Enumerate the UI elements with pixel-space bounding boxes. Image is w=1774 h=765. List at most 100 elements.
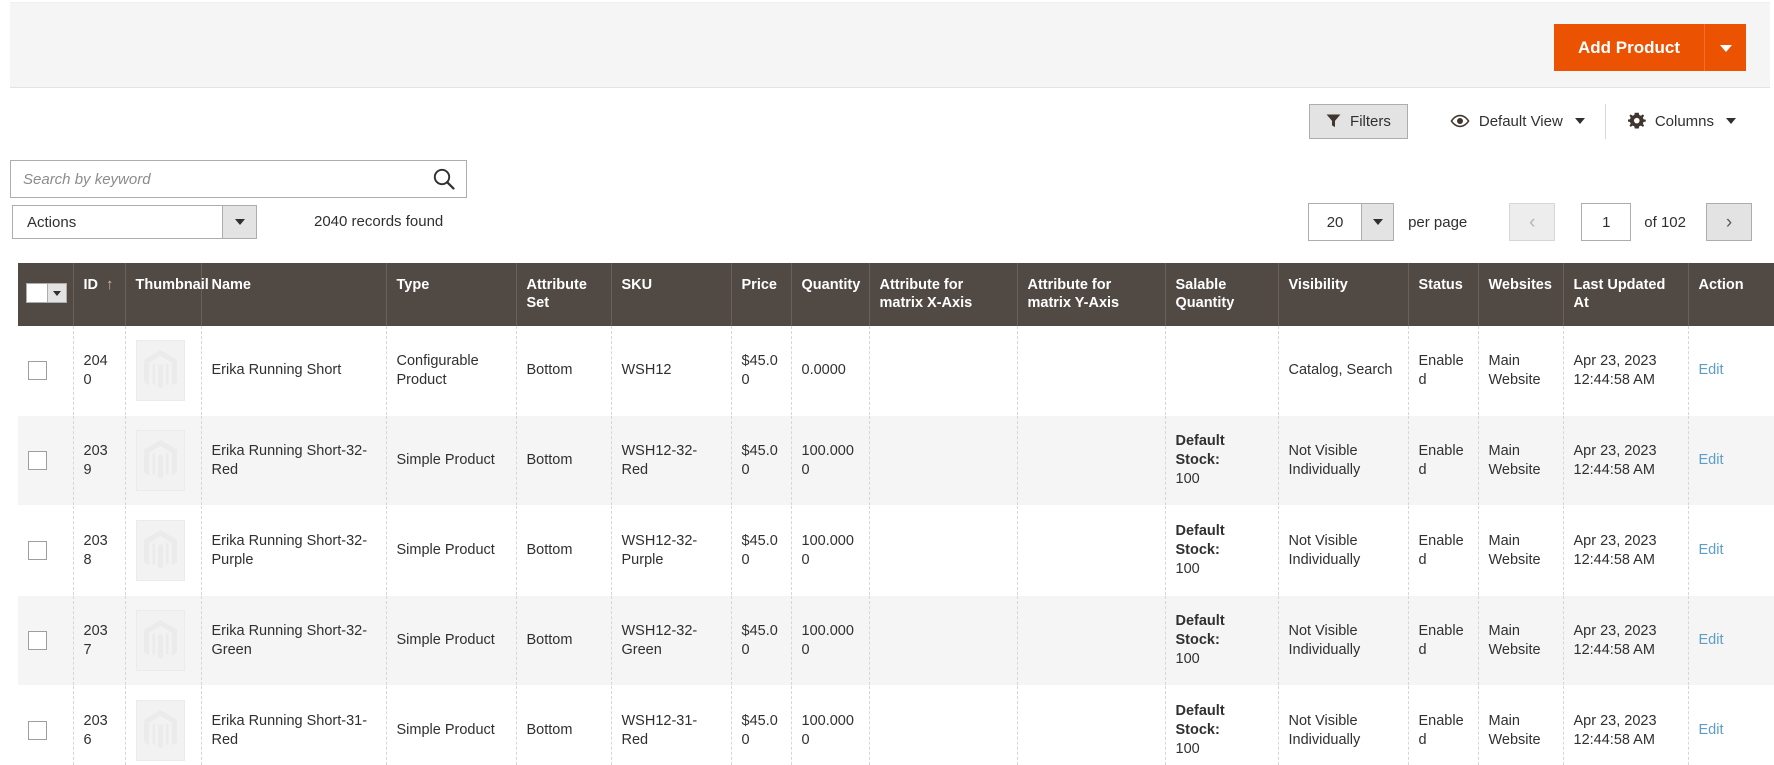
search-input[interactable]: [11, 161, 422, 197]
filters-button[interactable]: Filters: [1309, 103, 1408, 139]
column-header-websites[interactable]: Websites: [1478, 263, 1564, 327]
cell-action: Edit: [1688, 415, 1774, 507]
last-updated-time: 12:44:58 AM: [1573, 641, 1655, 658]
cell-name: Erika Running Short-31-Red: [201, 685, 387, 765]
select-all-checkbox[interactable]: [27, 283, 47, 302]
last-updated-date: Apr 23, 2023: [1573, 622, 1657, 639]
cell-salable-quantity: Default Stock: 100: [1165, 595, 1279, 687]
edit-link[interactable]: Edit: [1699, 362, 1724, 378]
cell-price: $45.00: [731, 595, 792, 687]
cell-salable-quantity: Default Stock: 100: [1165, 505, 1279, 597]
cell-websites: Main Website: [1478, 415, 1564, 507]
column-header-thumbnail[interactable]: Thumbnail: [125, 263, 209, 327]
cell-matrix-y: [1017, 685, 1166, 765]
table-row: 2039 Erika Running Short-32-Red Simple Pro…: [18, 415, 1774, 507]
per-page-label: per page: [1408, 213, 1468, 231]
column-header-salable-quantity[interactable]: Salable Quantity: [1165, 263, 1279, 327]
cell-quantity: 0.0000: [791, 326, 870, 417]
salable-stock-label: Default Stock:: [1175, 703, 1225, 739]
cell-visibility: Not Visible Individually: [1278, 505, 1409, 597]
total-pages-label: of 102: [1644, 213, 1686, 231]
table-row: 2037 Erika Running Short-32-Green Simple P…: [18, 595, 1774, 687]
column-header-id[interactable]: ID ↑: [73, 263, 126, 327]
column-header-matrix-x[interactable]: Attribute for matrix X-Axis: [869, 263, 1018, 327]
cell-attribute-set: Bottom: [516, 326, 612, 417]
cell-matrix-x: [869, 505, 1018, 597]
salable-quantity-empty: [1176, 370, 1268, 371]
cell-id: 2038: [73, 505, 126, 597]
select-all-header-cell: [18, 263, 74, 327]
page-actions-bar: Add Product: [10, 2, 1770, 88]
cell-last-updated: Apr 23, 2023 12:44:58 AM: [1563, 415, 1689, 507]
last-updated-time: 12:44:58 AM: [1573, 731, 1655, 748]
cell-sku: WSH12-32-Purple: [611, 505, 732, 597]
columns-selector[interactable]: Columns: [1604, 103, 1752, 139]
salable-stock-value: 100: [1175, 651, 1200, 668]
previous-page-button[interactable]: ‹: [1509, 203, 1556, 241]
last-updated-date: Apr 23, 2023: [1573, 532, 1657, 549]
column-header-name[interactable]: Name: [201, 263, 387, 327]
search-submit-button[interactable]: [422, 161, 466, 197]
column-header-visibility[interactable]: Visibility: [1278, 263, 1409, 327]
edit-link[interactable]: Edit: [1699, 452, 1724, 468]
column-header-quantity[interactable]: Quantity: [791, 263, 870, 327]
default-view-selector[interactable]: Default View: [1434, 104, 1601, 139]
page-number-input[interactable]: [1581, 203, 1632, 241]
column-header-matrix-y[interactable]: Attribute for matrix Y-Axis: [1017, 263, 1166, 327]
row-select-cell: [18, 505, 74, 597]
eye-icon: [1450, 114, 1470, 128]
grid-controls-bar: Filters Default View Columns: [0, 100, 1774, 142]
cell-action: Edit: [1688, 685, 1774, 765]
edit-link[interactable]: Edit: [1699, 632, 1724, 648]
row-checkbox[interactable]: [28, 361, 47, 381]
edit-link[interactable]: Edit: [1699, 722, 1724, 738]
cell-status: Enabled: [1408, 326, 1479, 417]
cell-status: Enabled: [1408, 415, 1479, 507]
cell-websites: Main Website: [1478, 685, 1564, 765]
row-checkbox[interactable]: [28, 541, 47, 561]
row-checkbox[interactable]: [28, 631, 47, 651]
cell-quantity: 100.0000: [791, 685, 870, 765]
cell-thumbnail: [125, 595, 202, 687]
grid-pager: 20 per page ‹ of 102 ›: [1308, 203, 1752, 241]
column-header-status[interactable]: Status: [1408, 263, 1479, 327]
records-found-text: 2040 records found: [314, 213, 444, 230]
last-updated-time: 12:44:58 AM: [1573, 371, 1655, 388]
cell-quantity: 100.0000: [791, 595, 870, 687]
cell-thumbnail: [125, 685, 202, 765]
cell-sku: WSH12-32-Red: [611, 415, 732, 507]
column-header-id-label: ID: [83, 277, 99, 293]
add-product-button[interactable]: Add Product: [1554, 24, 1704, 71]
cell-visibility: Catalog, Search: [1278, 326, 1409, 417]
grid-controls-group: Filters Default View Columns: [1309, 100, 1752, 142]
cell-last-updated: Apr 23, 2023 12:44:58 AM: [1563, 326, 1689, 417]
edit-link[interactable]: Edit: [1699, 542, 1724, 558]
cell-price: $45.00: [731, 326, 792, 417]
last-updated-time: 12:44:58 AM: [1573, 461, 1655, 478]
add-product-dropdown-toggle[interactable]: [1704, 24, 1746, 71]
cell-sku: WSH12-32-Green: [611, 595, 732, 687]
cell-salable-quantity: Default Stock: 100: [1165, 685, 1279, 765]
row-checkbox[interactable]: [28, 721, 47, 741]
select-all-control[interactable]: [26, 282, 67, 303]
row-checkbox[interactable]: [28, 451, 47, 471]
mass-actions-select[interactable]: Actions: [12, 205, 257, 239]
per-page-select[interactable]: 20: [1308, 203, 1395, 241]
next-page-button[interactable]: ›: [1706, 203, 1752, 241]
product-thumbnail: [135, 520, 185, 582]
product-thumbnail: [135, 610, 185, 672]
chevron-down-icon: [1574, 118, 1585, 124]
salable-stock-label: Default Stock:: [1175, 433, 1225, 469]
cell-name: Erika Running Short-32-Green: [201, 595, 387, 687]
column-header-price[interactable]: Price: [731, 263, 792, 327]
per-page-value: 20: [1326, 213, 1344, 231]
cell-type: Configurable Product: [386, 326, 517, 417]
column-header-attribute-set[interactable]: Attribute Set: [516, 263, 612, 327]
chevron-down-icon[interactable]: [47, 283, 66, 302]
column-header-last-updated[interactable]: Last Updated At: [1563, 263, 1689, 327]
column-header-type[interactable]: Type: [386, 263, 517, 327]
search-by-keyword-box: [10, 160, 467, 198]
grid-header-row: ID ↑ Thumbnail Name Type Attribute Set SK…: [18, 263, 1774, 327]
column-header-sku[interactable]: SKU: [611, 263, 732, 327]
cell-price: $45.00: [731, 685, 792, 765]
